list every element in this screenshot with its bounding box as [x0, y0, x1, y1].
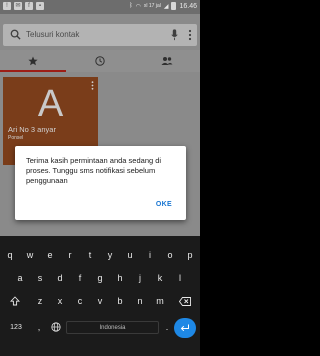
- search-bar[interactable]: Telusuri kontak: [3, 24, 197, 46]
- key-f[interactable]: f: [70, 267, 90, 289]
- microphone-icon[interactable]: [171, 29, 178, 41]
- key-m[interactable]: m: [150, 290, 170, 312]
- key-t[interactable]: t: [80, 244, 100, 266]
- image-icon: ▪: [36, 2, 44, 10]
- globe-icon: [51, 322, 61, 332]
- key-b[interactable]: b: [110, 290, 130, 312]
- dialog-message: Terima kasih permintaan anda sedang di p…: [26, 156, 162, 185]
- space-key[interactable]: Indonesia: [66, 321, 159, 334]
- search-icon: [10, 29, 21, 40]
- clock-time: 16.46: [179, 2, 197, 10]
- contact-name: Ari No 3 anyar: [8, 125, 56, 134]
- mail-icon: ✉: [14, 2, 22, 10]
- key-l[interactable]: l: [170, 267, 190, 289]
- enter-icon: [180, 324, 189, 332]
- status-bar-system: ᛒ ◠ xl 17 jal ◢ 16.46: [129, 2, 197, 10]
- ok-button[interactable]: OKE: [156, 201, 172, 208]
- key-y[interactable]: y: [100, 244, 120, 266]
- people-icon: [161, 57, 173, 65]
- key-r[interactable]: r: [60, 244, 80, 266]
- status-bar: ! ✉ f ▪ ᛒ ◠ xl 17 jal ◢ 16.46: [0, 0, 200, 14]
- alert-dialog: Terima kasih permintaan anda sedang di p…: [15, 146, 186, 220]
- key-s[interactable]: s: [30, 267, 50, 289]
- card-more-vert-icon[interactable]: [91, 81, 94, 90]
- contact-initial: A: [37, 83, 64, 125]
- enter-key[interactable]: [174, 318, 196, 338]
- key-i[interactable]: i: [140, 244, 160, 266]
- wifi-icon: ◠: [135, 3, 141, 10]
- keyboard-row-1: q w e r t y u i o p: [0, 244, 200, 266]
- key-p[interactable]: p: [180, 244, 200, 266]
- key-h[interactable]: h: [110, 267, 130, 289]
- keyboard-row-2: a s d f g h j k l: [0, 267, 200, 289]
- key-d[interactable]: d: [50, 267, 70, 289]
- status-bar-notifications: ! ✉ f ▪: [3, 2, 44, 10]
- key-u[interactable]: u: [120, 244, 140, 266]
- key-v[interactable]: v: [90, 290, 110, 312]
- signal-icon: ◢: [163, 3, 169, 10]
- keyboard-row-3: z x c v b n m: [0, 290, 200, 312]
- shift-icon: [10, 296, 20, 306]
- tab-contacts[interactable]: [134, 50, 200, 72]
- comma-key[interactable]: ,: [32, 316, 46, 338]
- backspace-key[interactable]: [172, 290, 198, 312]
- key-j[interactable]: j: [130, 267, 150, 289]
- key-c[interactable]: c: [70, 290, 90, 312]
- key-o[interactable]: o: [160, 244, 180, 266]
- backspace-icon: [179, 296, 191, 306]
- network-label: xl 17 jal: [143, 3, 161, 9]
- contact-subtitle: Ponsel: [8, 135, 24, 141]
- facebook-icon: f: [25, 2, 33, 10]
- key-k[interactable]: k: [150, 267, 170, 289]
- key-a[interactable]: a: [10, 267, 30, 289]
- clock-icon: [95, 56, 105, 66]
- period-key[interactable]: .: [161, 316, 173, 338]
- numbers-key[interactable]: 123: [2, 316, 30, 338]
- more-vert-icon[interactable]: [188, 29, 192, 41]
- keyboard-row-4: 123 , Indonesia .: [0, 316, 200, 338]
- soft-keyboard: q w e r t y u i o p a s d f g h j k l z …: [0, 236, 200, 356]
- key-n[interactable]: n: [130, 290, 150, 312]
- language-key[interactable]: [48, 316, 64, 338]
- key-w[interactable]: w: [20, 244, 40, 266]
- tab-favorites[interactable]: [0, 50, 66, 72]
- notification-icon: !: [3, 2, 11, 10]
- key-q[interactable]: q: [0, 244, 20, 266]
- key-z[interactable]: z: [30, 290, 50, 312]
- bluetooth-icon: ᛒ: [129, 3, 133, 9]
- battery-icon: [171, 2, 177, 10]
- key-x[interactable]: x: [50, 290, 70, 312]
- shift-key[interactable]: [2, 290, 28, 312]
- search-input[interactable]: Telusuri kontak: [26, 30, 79, 39]
- star-icon: [28, 56, 38, 66]
- key-e[interactable]: e: [40, 244, 60, 266]
- key-g[interactable]: g: [90, 267, 110, 289]
- tab-recent[interactable]: [67, 50, 133, 72]
- active-tab-indicator: [0, 70, 66, 72]
- tab-bar: [0, 50, 200, 72]
